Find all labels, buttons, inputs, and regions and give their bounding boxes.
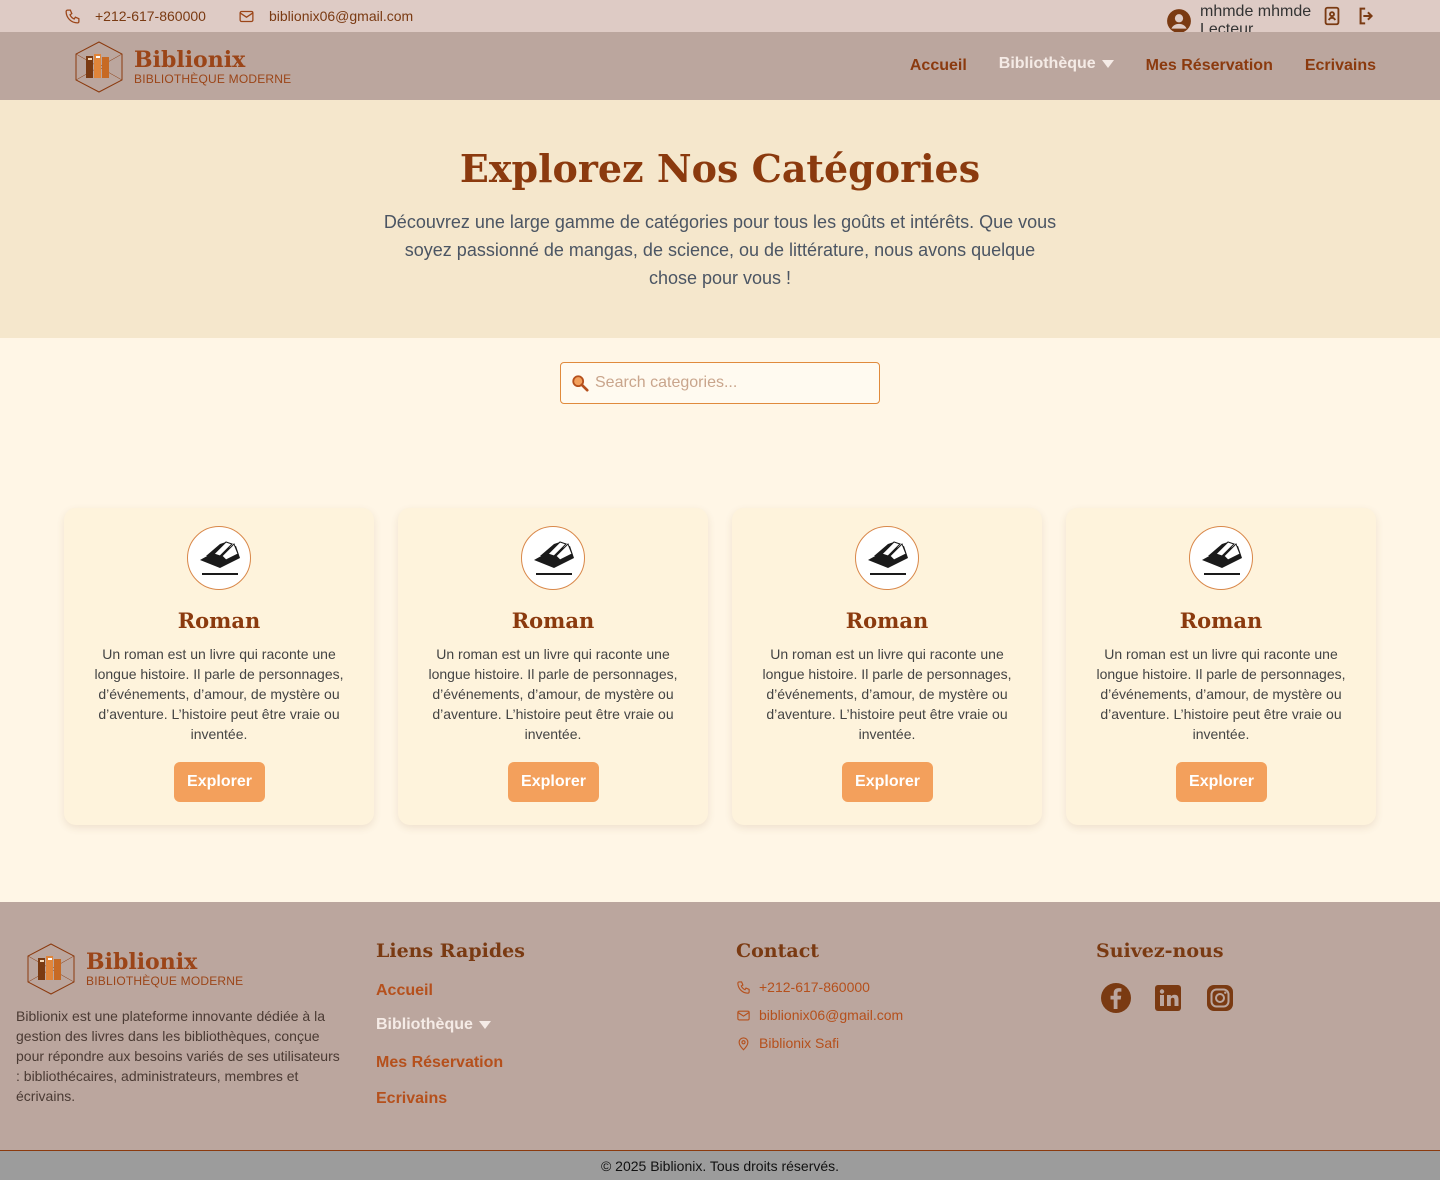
topbar-phone-text: +212-617-860000 [95,8,206,24]
footer-logo[interactable]: Biblionix BIBLIOTHÈQUE MODERNE [24,942,243,996]
topbar-email: biblionix06@gmail.com [238,0,413,32]
nav-item-label: Ecrivains [1304,57,1376,74]
location-icon [738,1036,749,1051]
footer-about: Biblionix est une plateforme innovante d… [16,1008,340,1104]
nav-item-reservations[interactable]: Mes Réservation [1146,57,1273,75]
category-icon-circle [521,526,585,590]
logo-books-icon [27,943,75,995]
category-description: Un roman est un livre qui raconte une lo… [1096,646,1346,742]
logo-books-icon [75,41,123,93]
category-icon-circle [855,526,919,590]
category-description: Un roman est un livre qui raconte une lo… [428,646,678,742]
explorer-button[interactable]: Explorer [842,762,933,802]
nav-item-label: Bibliothèque [998,55,1096,72]
search-icon [572,375,589,392]
mail-icon [737,1010,750,1020]
instagram-icon[interactable] [1204,982,1236,1014]
footer-contact-title: Contact [736,940,820,962]
nav-item-accueil[interactable]: Accueil [910,57,967,75]
hero-subtitle: Découvrez une large gamme de catégories … [383,212,1057,288]
phone-icon [65,8,80,24]
category-card: Roman Un roman est un livre qui raconte … [732,508,1042,825]
main-navbar: Biblionix BIBLIOTHÈQUE MODERNE Accueil B… [0,32,1440,100]
footer: Biblionix BIBLIOTHÈQUE MODERNE Biblionix… [0,902,1440,1150]
category-title: Roman [511,608,595,633]
book-icon [200,541,240,575]
copyright-bar: © 2025 Biblionix. Tous droits réservés. [0,1150,1440,1180]
nav-links: Accueil Bibliothèque Mes Réservation Ecr… [910,32,1376,100]
footer-links-title: Liens Rapides [376,940,525,962]
footer-email: biblionix06@gmail.com [736,1007,903,1023]
footer-address: Biblionix Safi [736,1035,839,1051]
mail-icon [239,10,254,22]
footer-link-label: Ecrivains [376,1090,448,1107]
book-icon [534,541,574,575]
category-title: Roman [845,608,929,633]
nav-item-label: Mes Réservation [1145,57,1273,74]
footer-email-text: biblionix06@gmail.com [759,1007,904,1023]
footer-brand-tagline: BIBLIOTHÈQUE MODERNE [86,974,244,988]
footer-link-reservations[interactable]: Mes Réservation [376,1054,503,1072]
footer-phone: +212-617-860000 [736,979,870,995]
logo[interactable]: Biblionix BIBLIOTHÈQUE MODERNE [72,40,291,94]
nav-item-ecrivains[interactable]: Ecrivains [1305,57,1376,75]
brand-tagline: BIBLIOTHÈQUE MODERNE [134,72,292,86]
category-description: Un roman est un livre qui raconte une lo… [94,646,344,742]
top-contact-bar: +212-617-860000 biblionix06@gmail.com mh… [0,0,1440,38]
topbar-email-text: biblionix06@gmail.com [269,8,414,24]
nav-item-label: Accueil [909,57,967,74]
facebook-icon[interactable] [1100,982,1132,1014]
footer-address-text: Biblionix Safi [759,1035,840,1051]
footer-brand-name: Biblionix [86,949,198,975]
footer-link-accueil[interactable]: Accueil [376,982,433,1000]
category-icon-circle [1189,526,1253,590]
footer-link-label: Bibliothèque [376,1016,473,1033]
user-avatar-icon [1167,9,1191,33]
hero-section: Explorez Nos Catégories Découvrez une la… [0,100,1440,338]
caret-down-icon [1101,60,1114,68]
caret-down-icon [478,1021,491,1029]
search-input[interactable] [595,374,865,392]
user-name: mhmde mhmde [1200,3,1312,20]
category-description: Un roman est un livre qui raconte une lo… [762,646,1012,742]
footer-social-title: Suivez-nous [1096,940,1224,962]
brand-name: Biblionix [134,47,246,73]
topbar-phone: +212-617-860000 [64,0,206,32]
book-icon [868,541,908,575]
category-icon-circle [187,526,251,590]
category-card: Roman Un roman est un livre qui raconte … [64,508,374,825]
category-title: Roman [1179,608,1263,633]
book-icon [1202,541,1242,575]
category-card: Roman Un roman est un livre qui raconte … [398,508,708,825]
footer-link-label: Mes Réservation [376,1054,504,1071]
page-title: Explorez Nos Catégories [459,146,981,191]
copyright-text: © 2025 Biblionix. Tous droits réservés. [600,1158,840,1174]
linkedin-icon[interactable] [1152,982,1184,1014]
phone-icon [737,980,750,994]
search-box[interactable] [560,362,880,404]
nav-item-bibliotheque[interactable]: Bibliothèque [999,55,1114,73]
id-card-icon[interactable] [1321,5,1343,27]
footer-phone-text: +212-617-860000 [759,979,870,995]
category-card: Roman Un roman est un livre qui raconte … [1066,508,1376,825]
footer-link-bibliotheque[interactable]: Bibliothèque [376,1016,491,1034]
footer-link-ecrivains[interactable]: Ecrivains [376,1090,447,1108]
footer-link-label: Accueil [376,982,433,999]
logout-icon[interactable] [1356,5,1378,27]
explorer-button[interactable]: Explorer [508,762,599,802]
explorer-button[interactable]: Explorer [1176,762,1267,802]
explorer-button[interactable]: Explorer [174,762,265,802]
category-title: Roman [177,608,261,633]
